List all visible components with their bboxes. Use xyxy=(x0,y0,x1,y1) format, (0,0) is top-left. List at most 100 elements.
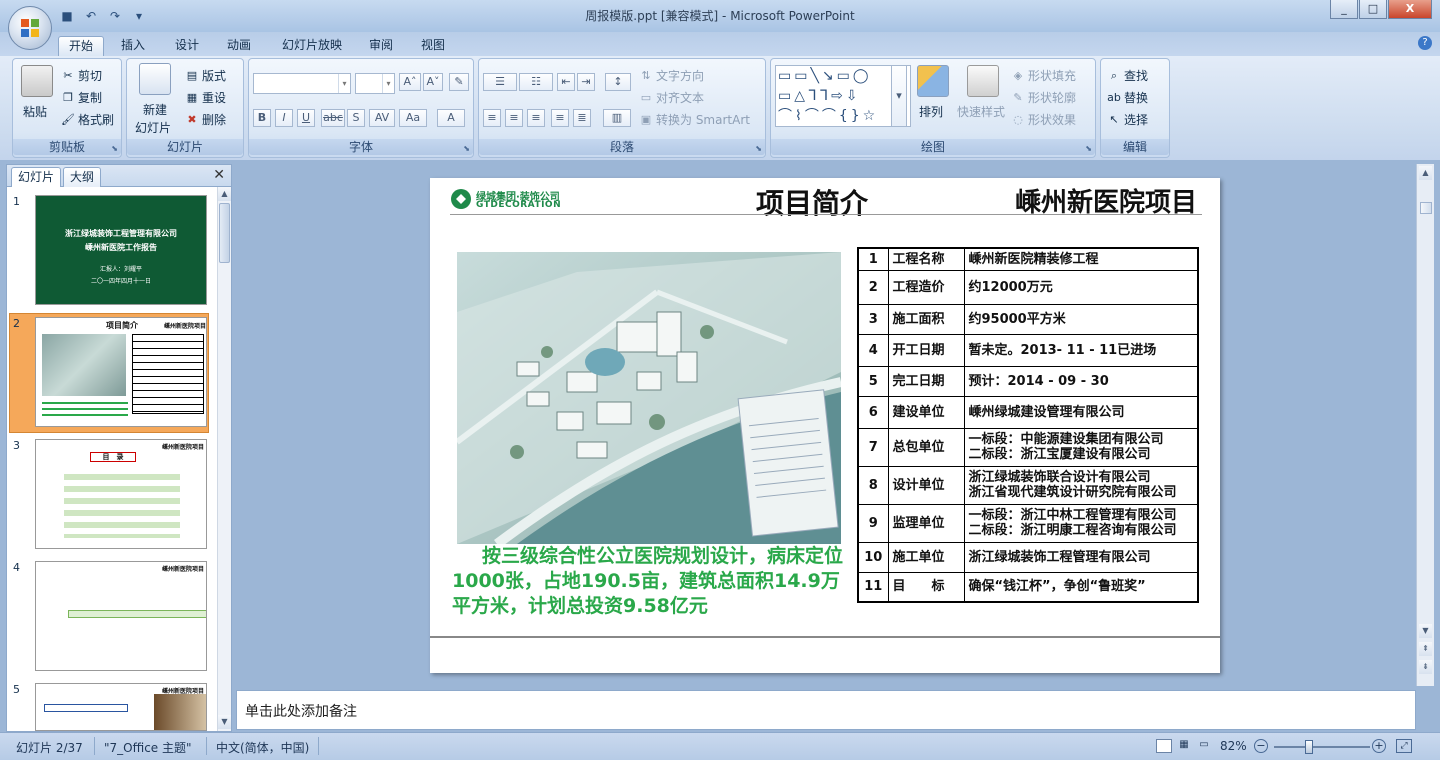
shape-outline-button[interactable]: ✎ 形状轮廓 xyxy=(1011,89,1076,106)
delete-icon: ✖ xyxy=(187,112,197,126)
convert-smartart-button[interactable]: ▣ 转换为 SmartArt xyxy=(639,111,750,128)
copy-icon: ❐ xyxy=(63,90,73,104)
slide-scrollbar[interactable]: ▲ ▼ ⇞ ⇟ xyxy=(1416,164,1434,686)
replace-button[interactable]: ab 替换 xyxy=(1107,89,1148,106)
bold-icon[interactable]: B xyxy=(253,109,271,127)
cut-button[interactable]: ✂ 剪切 xyxy=(61,67,102,84)
thumb-text: 嵊州新医院项目 xyxy=(162,444,205,451)
decrease-indent-icon[interactable]: ⇤ xyxy=(557,73,575,91)
change-case-icon[interactable]: Aa xyxy=(399,109,427,127)
previous-slide-icon[interactable]: ⇞ xyxy=(1419,642,1432,656)
next-slide-icon[interactable]: ⇟ xyxy=(1419,660,1432,674)
shape-effects-button[interactable]: ◌ 形状效果 xyxy=(1011,111,1076,128)
tab-home[interactable]: 开始 xyxy=(58,36,104,56)
columns-icon[interactable]: ▥ xyxy=(603,109,631,127)
font-color-icon[interactable]: A xyxy=(437,109,465,127)
shadow-icon[interactable]: S xyxy=(347,109,365,127)
scroll-thumb[interactable] xyxy=(219,203,230,263)
zoom-in-icon[interactable]: + xyxy=(1372,739,1386,753)
slide-thumb-2[interactable]: 2 项目简介 嵊州新医院项目 xyxy=(13,317,209,433)
scroll-down-icon[interactable]: ▼ xyxy=(218,715,231,729)
tab-view[interactable]: 视图 xyxy=(412,36,454,56)
language-indicator[interactable]: 中文(简体，中国) xyxy=(216,739,309,756)
bullets-icon[interactable]: ☰ xyxy=(483,73,517,91)
align-center-icon[interactable]: ≡ xyxy=(505,109,523,127)
arrange-button[interactable]: 排列 xyxy=(919,103,943,120)
clear-format-icon[interactable]: ✎ xyxy=(449,73,469,91)
scroll-up-icon[interactable]: ▲ xyxy=(218,187,231,201)
copy-button[interactable]: ❐ 复制 xyxy=(61,89,102,106)
zoom-level[interactable]: 82% xyxy=(1220,739,1247,753)
select-button[interactable]: ↖ 选择 xyxy=(1107,111,1148,128)
zoom-slider-thumb[interactable] xyxy=(1305,740,1313,754)
reset-button[interactable]: ▦ 重设 xyxy=(185,89,226,106)
scroll-thumb[interactable] xyxy=(1420,202,1432,214)
maximize-button[interactable]: □ xyxy=(1359,0,1387,19)
tab-slideshow[interactable]: 幻灯片放映 xyxy=(272,36,352,56)
shape-fill-button[interactable]: ◈ 形状填充 xyxy=(1011,67,1076,84)
strikethrough-icon[interactable]: abc xyxy=(321,109,345,127)
thumb-slide: 项目简介 嵊州新医院项目 xyxy=(35,317,207,427)
shrink-font-icon[interactable]: A˅ xyxy=(423,73,443,91)
find-button[interactable]: ⌕ 查找 xyxy=(1107,67,1148,84)
slide-thumb-5[interactable]: 5 嵊州新医院项目 xyxy=(13,683,209,733)
fit-to-window-icon[interactable]: ⤢ xyxy=(1396,739,1412,753)
office-button[interactable] xyxy=(8,6,52,50)
thumb-list xyxy=(64,468,180,538)
align-text-button[interactable]: ▭ 对齐文本 xyxy=(639,89,704,106)
underline-icon[interactable]: U xyxy=(297,109,315,127)
dialog-launcher-icon[interactable]: ⬊ xyxy=(755,144,762,153)
pane-scrollbar[interactable]: ▲ ▼ xyxy=(217,187,231,731)
new-slide-dropdown[interactable]: 幻灯片 xyxy=(135,119,171,136)
slide-thumb-4[interactable]: 4 嵊州新医院项目 xyxy=(13,561,209,677)
theme-name: "7_Office 主题" xyxy=(104,741,192,755)
text-direction-button[interactable]: ⇅ 文字方向 xyxy=(639,67,704,84)
align-left-icon[interactable]: ≡ xyxy=(483,109,501,127)
tab-insert[interactable]: 插入 xyxy=(112,36,154,56)
paste-button[interactable]: 粘贴 xyxy=(23,103,47,120)
line-spacing-icon[interactable]: ↕ xyxy=(605,73,631,91)
dialog-launcher-icon[interactable]: ⬊ xyxy=(111,144,118,153)
slideshow-icon[interactable]: ▭ xyxy=(1196,739,1212,753)
status-divider xyxy=(94,737,95,755)
tab-slides[interactable]: 幻灯片 xyxy=(11,167,62,187)
notes-placeholder[interactable]: 单击此处添加备注 xyxy=(245,701,357,721)
font-name-combo[interactable]: ▾ xyxy=(253,73,351,94)
thumb-text: 目 录 xyxy=(90,452,136,462)
numbering-icon[interactable]: ☷ xyxy=(519,73,553,91)
slide-thumb-3[interactable]: 3 目 录 嵊州新医院项目 xyxy=(13,439,209,555)
delete-button[interactable]: ✖ 删除 xyxy=(185,111,226,128)
zoom-slider-track[interactable] xyxy=(1274,746,1370,748)
close-icon[interactable]: ✕ xyxy=(213,167,225,183)
close-button[interactable]: X xyxy=(1388,0,1432,19)
help-icon[interactable]: ? xyxy=(1418,36,1432,50)
new-slide-button[interactable]: 新建 xyxy=(143,101,167,118)
current-slide[interactable]: 绿城集团·装饰公司 GTDECORATION 项目简介 嵊州新医院项目 按三级综… xyxy=(430,178,1220,673)
normal-view-icon[interactable] xyxy=(1156,739,1172,753)
increase-indent-icon[interactable]: ⇥ xyxy=(577,73,595,91)
tab-review[interactable]: 审阅 xyxy=(360,36,402,56)
notes-pane[interactable]: 单击此处添加备注 xyxy=(236,690,1416,730)
slide-thumb-1[interactable]: 1 浙江绿城装饰工程管理有限公司 嵊州新医院工作报告 汇报人：刘耀平 二〇一四年… xyxy=(13,195,209,311)
format-painter-button[interactable]: 🖌 格式刷 xyxy=(61,111,114,128)
align-right-icon[interactable]: ≡ xyxy=(527,109,545,127)
char-spacing-icon[interactable]: AV xyxy=(369,109,395,127)
distribute-icon[interactable]: ≣ xyxy=(573,109,591,127)
justify-icon[interactable]: ≡ xyxy=(551,109,569,127)
grow-font-icon[interactable]: A˄ xyxy=(399,73,421,91)
dialog-launcher-icon[interactable]: ⬊ xyxy=(463,144,470,153)
dialog-launcher-icon[interactable]: ⬊ xyxy=(1085,144,1092,153)
gallery-scroll-icon[interactable]: ▾ xyxy=(891,65,907,127)
minimize-button[interactable]: _ xyxy=(1330,0,1358,19)
scroll-up-icon[interactable]: ▲ xyxy=(1419,166,1432,180)
italic-icon[interactable]: I xyxy=(275,109,293,127)
scroll-down-icon[interactable]: ▼ xyxy=(1419,624,1432,638)
quick-styles-button[interactable]: 快速样式 xyxy=(957,103,1005,120)
tab-outline[interactable]: 大纲 xyxy=(63,167,102,187)
zoom-out-icon[interactable]: − xyxy=(1254,739,1268,753)
tab-design[interactable]: 设计 xyxy=(166,36,208,56)
layout-button[interactable]: ▤ 版式 xyxy=(185,67,226,84)
slide-sorter-icon[interactable]: ▦ xyxy=(1176,739,1192,753)
font-size-combo[interactable]: ▾ xyxy=(355,73,395,94)
tab-animations[interactable]: 动画 xyxy=(218,36,260,56)
